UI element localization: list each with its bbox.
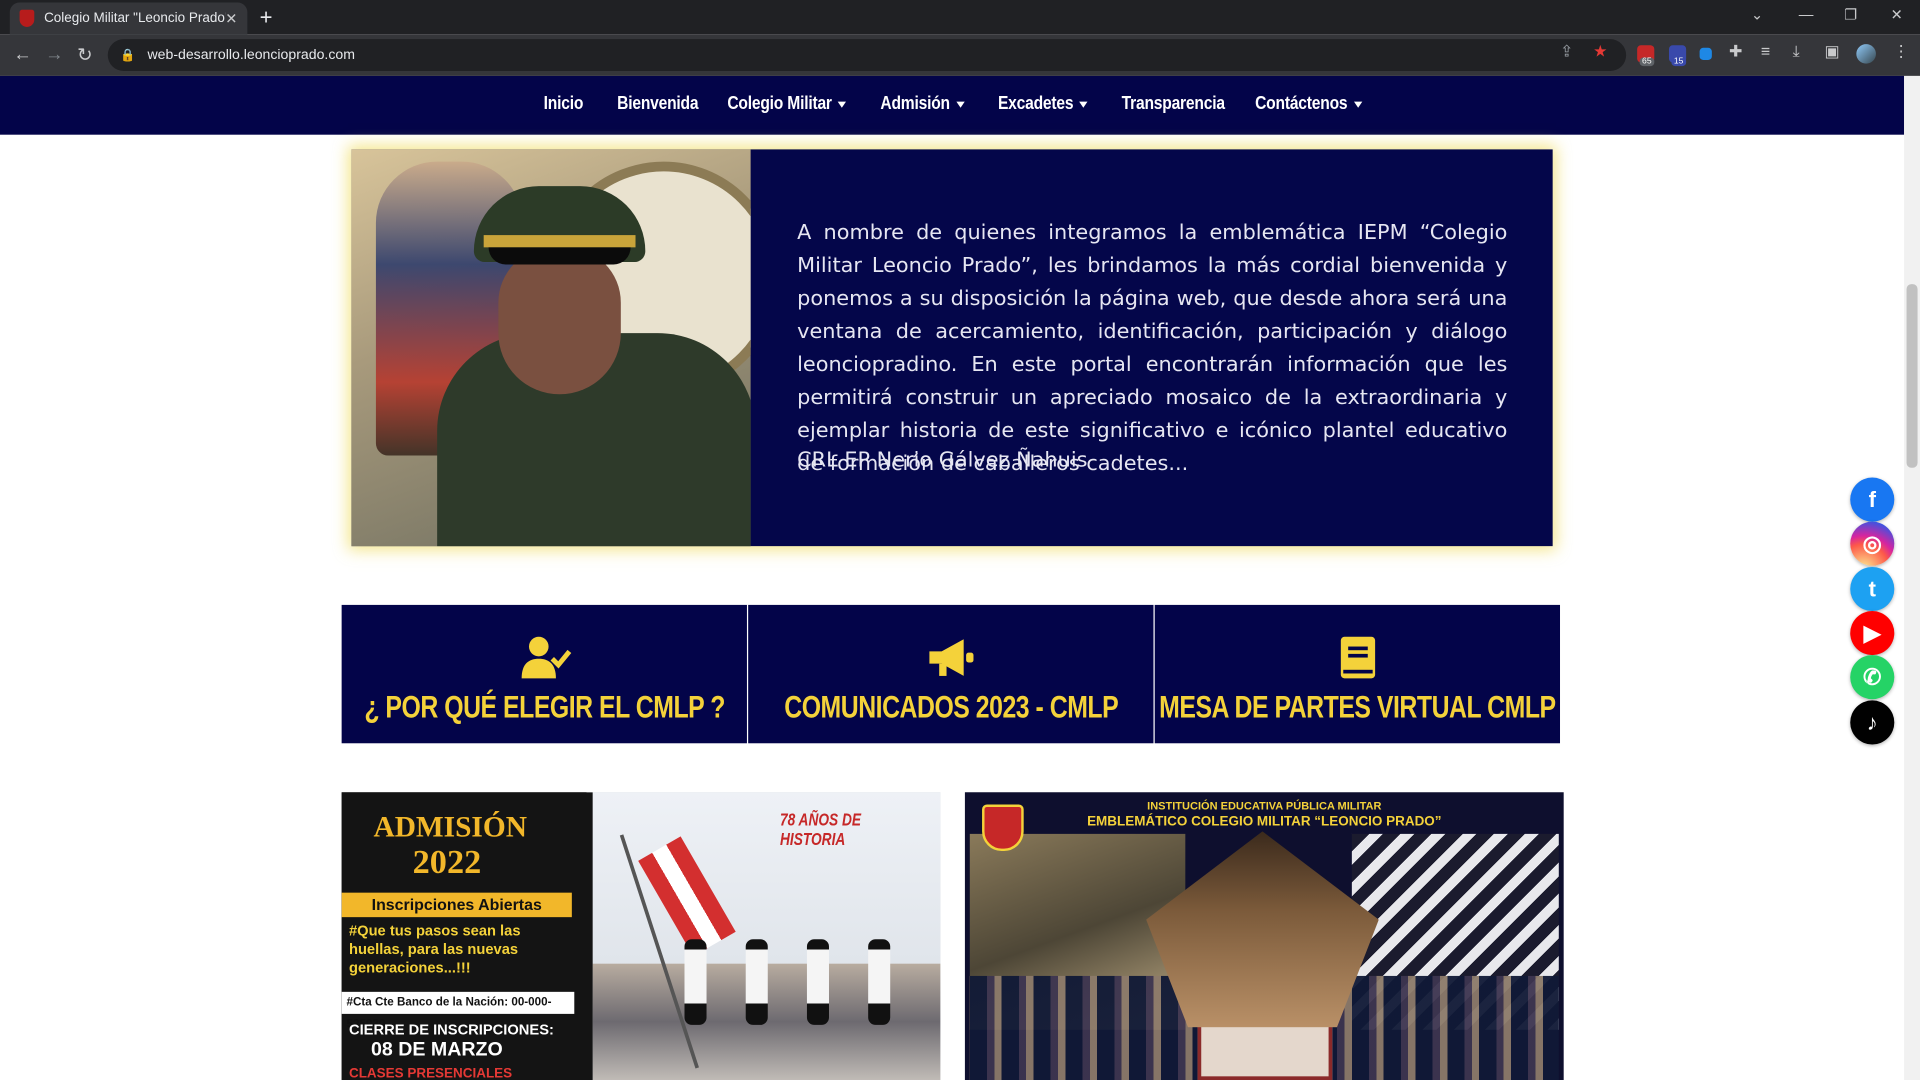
historia-label: 78 AÑOS DE HISTORIA [780,809,862,849]
clases-label: CLASES PRESENCIALES [348,1066,513,1080]
instagram-icon[interactable]: ◎ [1850,521,1895,566]
minimize-icon[interactable]: — [1799,6,1814,23]
browser-toolbar: ← → ↻ 🔒 web-desarrollo.leoncioprado.com … [0,34,1920,76]
cadet-figure [684,939,707,1025]
inscripciones-label: Inscripciones Abiertas [341,892,572,918]
nav-excadetes-label: Excadetes [997,93,1074,114]
feature-label: ¿ POR QUÉ ELEGIR EL CMLP ? [363,688,725,725]
feature-mesa-de-partes[interactable]: MESA DE PARTES VIRTUAL CMLP [1154,604,1561,744]
lock-icon[interactable]: 🔒 [120,48,135,61]
instagram-glyph: ◎ [1862,530,1882,556]
nav-admision-label: Admisión [880,93,950,114]
bank-account: #Cta Cte Banco de la Nación: 00-000-5250… [341,991,575,1031]
site-navigation: Inicio Bienvenida Colegio Militar Admisi… [0,75,1905,135]
extensions-puzzle-icon[interactable]: ✚ [1729,42,1742,62]
cierre-label: CIERRE DE INSCRIPCIONES: [348,1021,554,1039]
admision-quote: #Que tus pasos sean las huellas, para la… [348,922,521,976]
bookmark-star-icon[interactable]: ★ [1593,42,1607,62]
nav-inicio[interactable]: Inicio [544,93,584,114]
nav-bienvenida[interactable]: Bienvenida [617,93,698,114]
whatsapp-glyph: ✆ [1863,664,1882,689]
youtube-glyph: ▶ [1863,620,1881,645]
browser-tab[interactable]: Colegio Militar "Leoncio Prado" ✕ [9,2,248,35]
admision-title: ADMISIÓN [373,811,527,844]
facebook-glyph: f [1868,486,1876,512]
caret-down-icon [838,101,847,108]
reload-icon[interactable]: ↻ [77,44,92,66]
caret-down-icon [956,101,965,108]
new-tab-button[interactable]: + [260,5,273,31]
tab-title: Colegio Militar "Leoncio Prado" [44,11,226,26]
menu-kebab-icon[interactable]: ⋮ [1893,42,1909,62]
director-portrait [351,149,751,547]
media-queue-icon[interactable]: ≡ [1761,42,1770,60]
nav-inicio-label: Inicio [543,93,584,114]
browser-tab-bar: Colegio Militar "Leoncio Prado" ✕ + ⌄ — … [0,0,1920,35]
address-bar[interactable]: 🔒 web-desarrollo.leoncioprado.com [107,39,1627,72]
tab-search-icon[interactable]: ⌄ [1751,6,1763,23]
extension-2-badge: 15 [1671,57,1686,67]
feature-label: MESA DE PARTES VIRTUAL CMLP [1159,688,1556,725]
caret-down-icon [1353,101,1362,108]
megaphone-icon [928,639,973,676]
cap-band-image [483,235,636,248]
tiktok-icon[interactable]: ♪ [1850,700,1895,745]
banner-header: EMBLEMÁTICO COLEGIO MILITAR “LEONCIO PRA… [1087,814,1442,829]
nav-excadetes[interactable]: Excadetes [998,93,1088,114]
colegio-banner[interactable]: INSTITUCIÓN EDUCATIVA PÚBLICA MILITAR EM… [964,792,1564,1080]
page-scrollbar-track[interactable] [1904,75,1920,1080]
welcome-card: A nombre de quienes integramos la emblem… [351,149,1553,547]
extension-1-badge: 65 [1639,57,1655,67]
nav-colegio-militar-label: Colegio Militar [727,93,832,114]
feature-comunicados[interactable]: COMUNICADOS 2023 - CMLP [748,604,1154,744]
admision-year: 2022 [412,843,482,882]
tiktok-glyph: ♪ [1866,709,1878,735]
feature-label: COMUNICADOS 2023 - CMLP [783,688,1118,725]
banner-subheader: INSTITUCIÓN EDUCATIVA PÚBLICA MILITAR [1147,799,1382,812]
share-icon[interactable]: ⇪ [1560,42,1573,62]
cadet-figure [806,939,829,1025]
nav-transparencia-label: Transparencia [1121,93,1225,114]
nav-contactenos-label: Contáctenos [1255,93,1348,114]
url-text[interactable]: web-desarrollo.leoncioprado.com [147,48,354,63]
youtube-icon[interactable]: ▶ [1850,611,1895,656]
cierre-date: 08 DE MARZO [371,1039,503,1061]
whatsapp-icon[interactable]: ✆ [1850,655,1895,700]
user-check-icon [521,636,571,679]
nav-contactenos[interactable]: Contáctenos [1255,93,1362,114]
twitter-glyph: t [1868,576,1876,601]
download-icon[interactable]: ⤓ [1793,42,1800,62]
page-scrollbar-thumb[interactable] [1906,284,1918,468]
nav-colegio-militar[interactable]: Colegio Militar [727,93,847,114]
caret-down-icon [1079,101,1088,108]
admision-banner[interactable]: ADMISIÓN 2022 Inscripciones Abiertas #Qu… [341,792,941,1080]
book-icon [1340,636,1375,679]
site-favicon-icon [19,9,35,27]
facebook-icon[interactable]: f [1850,477,1895,522]
feature-por-que-elegir[interactable]: ¿ POR QUÉ ELEGIR EL CMLP ? [341,604,747,744]
cadet-figure [745,939,768,1025]
extension-3-icon[interactable] [1699,47,1712,61]
back-icon[interactable]: ← [13,44,31,65]
cadet-figure [868,939,891,1025]
restore-icon[interactable]: ❐ [1844,6,1857,23]
close-window-icon[interactable]: ✕ [1891,6,1903,23]
side-panel-icon[interactable]: ▣ [1825,42,1840,62]
nav-admision[interactable]: Admisión [880,93,965,114]
twitter-icon[interactable]: t [1850,566,1895,612]
face-image [498,247,621,395]
cap-visor-image [488,247,631,265]
forward-icon[interactable]: → [45,44,63,65]
nav-bienvenida-label: Bienvenida [617,93,699,114]
profile-avatar-icon[interactable] [1856,44,1876,64]
tab-close-icon[interactable]: ✕ [225,10,237,27]
welcome-message: A nombre de quienes integramos la emblem… [797,220,1508,477]
welcome-signature: CRL EP Nerio Gálvez Ñahuis [797,448,1088,473]
nav-transparencia[interactable]: Transparencia [1122,93,1225,114]
